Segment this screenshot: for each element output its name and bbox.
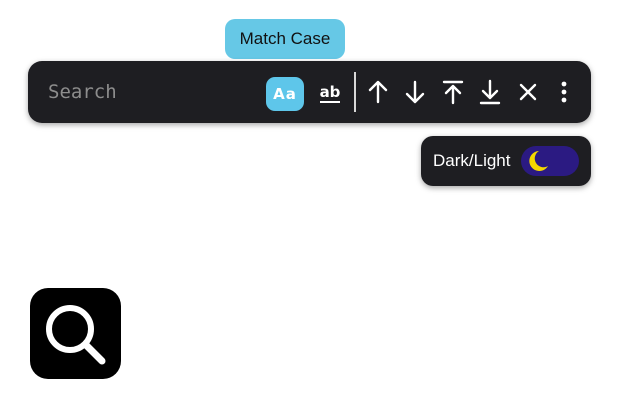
arrow-to-top-icon	[442, 80, 464, 105]
more-options-button[interactable]	[550, 77, 578, 107]
close-button[interactable]	[513, 77, 543, 107]
search-app-icon[interactable]	[30, 288, 121, 379]
close-icon	[519, 83, 537, 101]
arrow-down-icon	[405, 80, 425, 104]
stage: Match Case Aa ab	[0, 0, 640, 400]
theme-toggle-panel: Dark/Light	[421, 136, 591, 186]
whole-word-button[interactable]: ab	[311, 77, 349, 111]
whole-word-label: ab	[319, 83, 341, 103]
find-bar: Aa ab	[28, 61, 591, 123]
search-icon	[46, 305, 106, 365]
first-match-button[interactable]	[438, 77, 468, 107]
search-input[interactable]	[48, 78, 248, 106]
arrow-up-icon	[368, 80, 388, 104]
previous-match-button[interactable]	[363, 77, 393, 107]
match-case-button[interactable]: Aa	[266, 77, 304, 111]
theme-toggle-switch[interactable]	[521, 146, 579, 176]
match-case-label: Aa	[273, 85, 297, 103]
arrow-to-bottom-icon	[479, 79, 501, 105]
match-case-tooltip: Match Case	[225, 19, 345, 59]
tooltip-text: Match Case	[239, 29, 331, 48]
toolbar-divider	[354, 72, 356, 112]
theme-toggle-label: Dark/Light	[433, 151, 511, 170]
moon-icon	[529, 151, 548, 171]
next-match-button[interactable]	[400, 77, 430, 107]
more-vertical-icon	[561, 81, 567, 103]
last-match-button[interactable]	[475, 77, 505, 107]
